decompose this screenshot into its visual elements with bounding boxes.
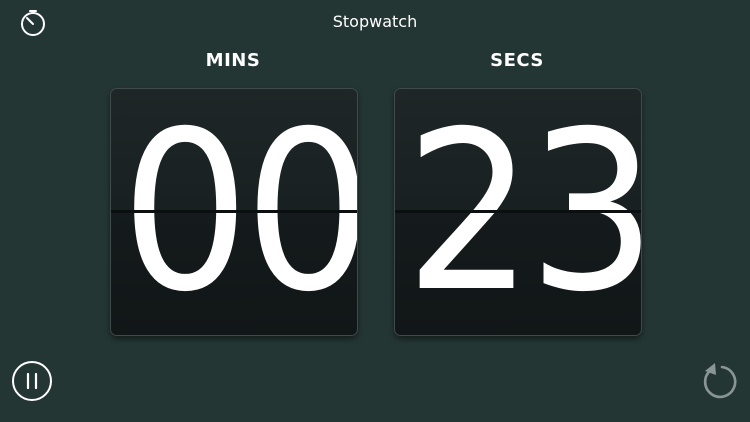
seconds-label: SECS (490, 50, 544, 71)
minutes-label: MINS (205, 50, 261, 71)
seconds-flip-card: 23 (394, 88, 642, 336)
pause-icon (12, 361, 52, 401)
card-split-line (111, 210, 357, 213)
pause-button[interactable] (11, 360, 53, 402)
minutes-flip-card: 00 (110, 88, 358, 336)
card-split-line (395, 210, 641, 213)
page-title: Stopwatch (332, 12, 418, 31)
reset-button[interactable] (696, 358, 740, 402)
reset-icon (703, 363, 737, 399)
